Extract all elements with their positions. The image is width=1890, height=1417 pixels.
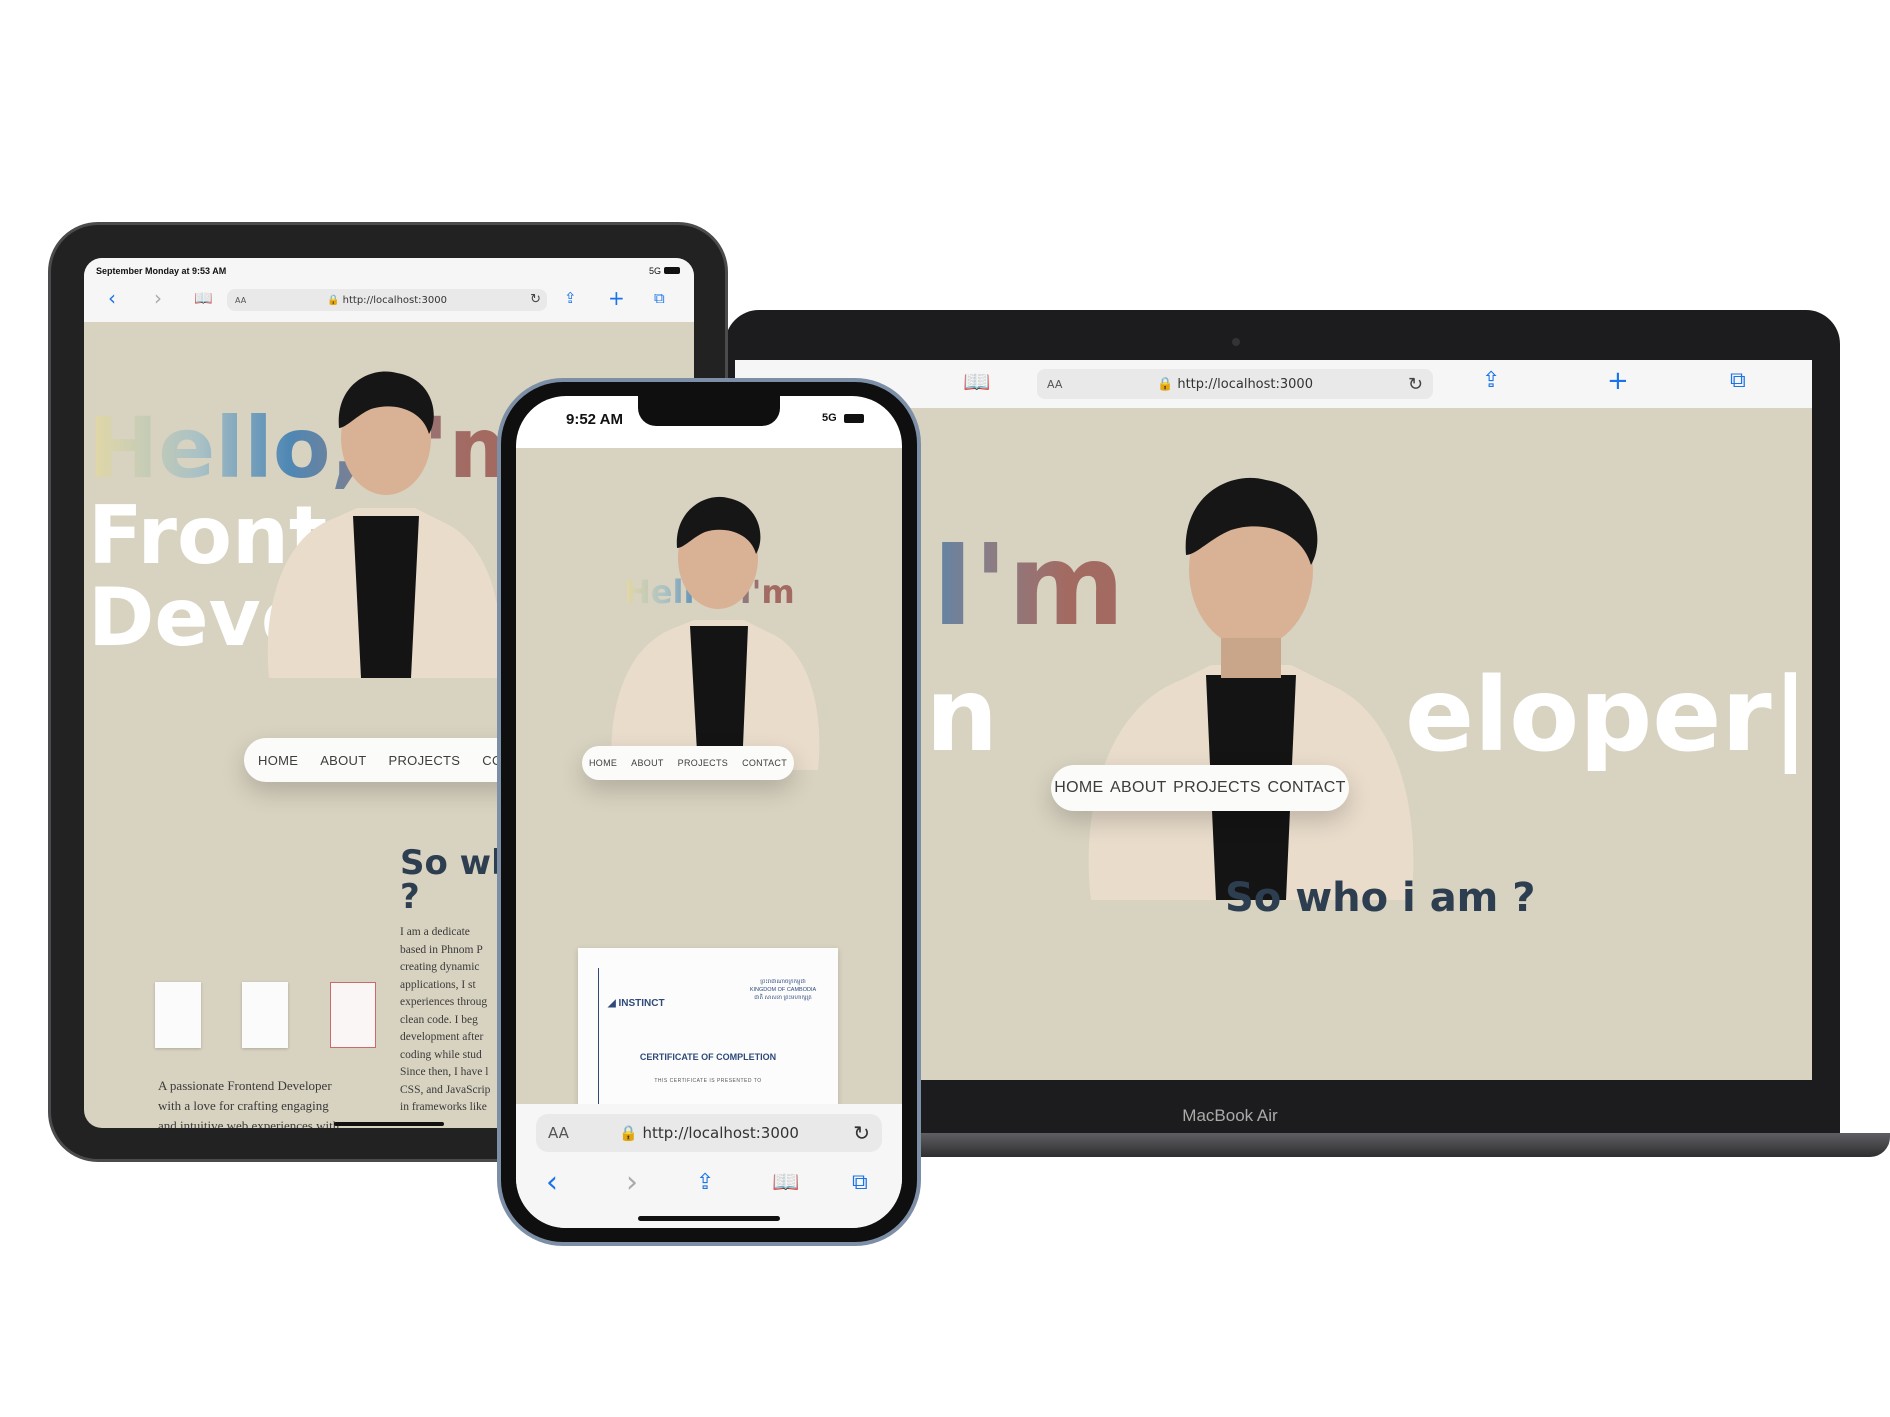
iphone-address-bar[interactable]: AA 🔒 http://localhost:3000 ↻ bbox=[536, 1114, 882, 1152]
macbook-about-title: So who i am ? bbox=[1225, 875, 1536, 921]
tabs-icon[interactable]: ⧉ bbox=[654, 291, 665, 306]
cert-kh-line: ជាតិ សាសនា ព្រះមហាក្សត្រ bbox=[754, 995, 812, 1001]
iphone-screen: 9:52 AM 5G Hello, I'm HOME ABOUT PROJECT… bbox=[516, 396, 902, 1228]
ipad-home-indicator bbox=[334, 1122, 444, 1126]
bookmarks-icon[interactable]: 📖 bbox=[963, 372, 990, 394]
iphone-bottom-bar: AA 🔒 http://localhost:3000 ↻ ‹ › ⇪ 📖 ⧉ bbox=[516, 1104, 902, 1228]
nav-projects[interactable]: PROJECTS bbox=[389, 753, 461, 768]
bookmarks-icon[interactable]: 📖 bbox=[194, 291, 213, 306]
forward-icon[interactable]: › bbox=[154, 288, 162, 308]
url-text: 🔒 http://localhost:3000 bbox=[327, 294, 447, 306]
iphone-battery-icon bbox=[844, 414, 864, 423]
iphone-certificate-card[interactable]: ◢ INSTINCT ព្រះរាជាណាចក្រកម្ពុជា KINGDOM… bbox=[578, 948, 838, 1104]
url-value: http://localhost:3000 bbox=[342, 294, 447, 306]
macbook-camera bbox=[1232, 338, 1240, 346]
macbook-label: MacBook Air bbox=[1182, 1106, 1278, 1125]
new-tab-icon[interactable]: + bbox=[1607, 368, 1629, 394]
ipad-signal: 5G bbox=[649, 266, 662, 276]
iphone-notch bbox=[638, 396, 780, 426]
cert-kh-line: KINGDOM OF CAMBODIA bbox=[749, 987, 817, 993]
ipad-address-bar[interactable]: AA 🔒 http://localhost:3000 ↻ bbox=[227, 289, 547, 311]
back-icon[interactable]: ‹ bbox=[546, 1168, 558, 1198]
nav-home[interactable]: HOME bbox=[258, 753, 298, 768]
macbook-hero-title-b: eloper| bbox=[1405, 656, 1809, 775]
ipad-certificate-thumb-1[interactable] bbox=[155, 982, 201, 1048]
tagline-line: A passionate Frontend Developer bbox=[158, 1078, 332, 1093]
ipad-status-bar: September Monday at 9:53 AM 5G ‹ › 📖 AA … bbox=[84, 258, 694, 322]
reload-icon[interactable]: ↻ bbox=[853, 1121, 870, 1145]
ipad-profile-photo bbox=[249, 358, 519, 678]
certificate-subtitle: THIS CERTIFICATE IS PRESENTED TO bbox=[654, 1078, 762, 1084]
nav-home[interactable]: HOME bbox=[1054, 779, 1103, 797]
forward-icon[interactable]: › bbox=[626, 1168, 638, 1198]
certificate-title: CERTIFICATE OF COMPLETION bbox=[639, 1052, 777, 1062]
macbook-profile-photo bbox=[1061, 460, 1441, 900]
new-tab-icon[interactable]: + bbox=[608, 288, 625, 308]
back-icon[interactable]: ‹ bbox=[108, 288, 116, 308]
cert-kh-line: ព្រះរាជាណាចក្រកម្ពុជា bbox=[760, 979, 806, 985]
reload-icon[interactable]: ↻ bbox=[530, 292, 541, 307]
certificate-org: INSTINCT bbox=[618, 998, 665, 1009]
share-icon[interactable]: ⇪ bbox=[564, 291, 577, 306]
bookmarks-icon[interactable]: 📖 bbox=[772, 1172, 799, 1194]
url-value: http://localhost:3000 bbox=[1177, 376, 1313, 392]
nav-about[interactable]: ABOUT bbox=[1110, 779, 1167, 797]
iphone-site: Hello, I'm HOME ABOUT PROJECTS CONTACT ◢… bbox=[516, 448, 902, 1104]
macbook-nav-bar: HOME ABOUT PROJECTS CONTACT bbox=[1051, 765, 1349, 811]
iphone-nav-bar: HOME ABOUT PROJECTS CONTACT bbox=[582, 746, 794, 780]
tabs-icon[interactable]: ⧉ bbox=[1730, 370, 1746, 392]
iphone-profile-photo bbox=[598, 486, 834, 770]
nav-projects[interactable]: PROJECTS bbox=[1173, 779, 1261, 797]
ipad-battery-icon bbox=[664, 267, 680, 274]
url-value: http://localhost:3000 bbox=[642, 1124, 799, 1142]
url-text: 🔒 http://localhost:3000 bbox=[1157, 376, 1313, 392]
ipad-status-time: September Monday at 9:53 AM bbox=[96, 266, 227, 276]
macbook-address-bar[interactable]: AA 🔒 http://localhost:3000 ↻ bbox=[1037, 369, 1433, 399]
ipad-certificate-thumb-3[interactable] bbox=[330, 982, 376, 1048]
tagline-line: with a love for crafting engaging bbox=[158, 1098, 329, 1113]
certificate-logo: ◢ INSTINCT bbox=[608, 998, 665, 1009]
iphone-home-indicator bbox=[638, 1216, 780, 1221]
ipad-certificate-thumb-2[interactable] bbox=[242, 982, 288, 1048]
ipad-nav-bar: HOME ABOUT PROJECTS CONT bbox=[244, 738, 534, 782]
share-icon[interactable]: ⇪ bbox=[696, 1172, 714, 1194]
share-icon[interactable]: ⇪ bbox=[1482, 370, 1500, 392]
nav-about[interactable]: ABOUT bbox=[631, 758, 664, 768]
url-text: 🔒 http://localhost:3000 bbox=[619, 1124, 799, 1142]
iphone-signal: 5G bbox=[822, 412, 837, 424]
certificate-kh-header: ព្រះរាជាណាចក្រកម្ពុជា KINGDOM OF CAMBODI… bbox=[738, 978, 828, 1002]
nav-contact[interactable]: CONTACT bbox=[1267, 779, 1345, 797]
nav-home[interactable]: HOME bbox=[589, 758, 617, 768]
nav-contact[interactable]: CONTACT bbox=[742, 758, 787, 768]
tabs-icon[interactable]: ⧉ bbox=[852, 1172, 868, 1194]
reload-icon[interactable]: ↻ bbox=[1408, 374, 1423, 395]
iphone-status-time: 9:52 AM bbox=[566, 411, 623, 428]
nav-about[interactable]: ABOUT bbox=[320, 753, 366, 768]
ipad-tagline: A passionate Frontend Developer with a l… bbox=[158, 1076, 376, 1128]
nav-projects[interactable]: PROJECTS bbox=[678, 758, 728, 768]
